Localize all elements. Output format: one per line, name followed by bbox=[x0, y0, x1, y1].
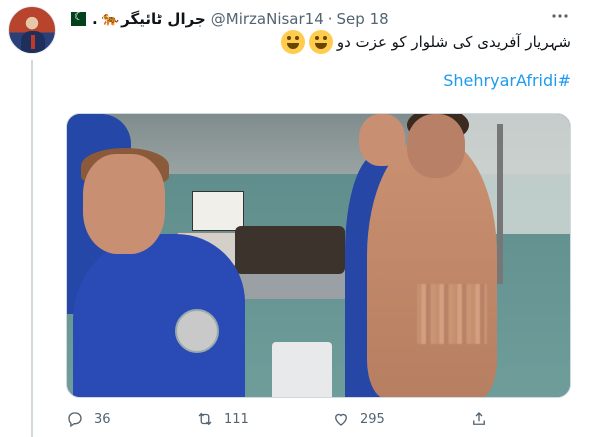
header-separator: · bbox=[327, 10, 333, 28]
tweet-actions: 36 111 295 bbox=[66, 408, 571, 430]
avatar[interactable] bbox=[8, 6, 56, 54]
like-count: 295 bbox=[360, 411, 385, 427]
reply-icon bbox=[68, 412, 82, 428]
retweet-icon bbox=[198, 412, 212, 426]
hashtag-link[interactable]: ShehryarAfridi# bbox=[443, 71, 571, 90]
image-officer-patch bbox=[175, 309, 219, 353]
reply-button[interactable]: 36 bbox=[66, 410, 111, 428]
tweet-header: . 🐅 جرال ٹائیگر @MirzaNisar14 · Sep 18 bbox=[66, 9, 389, 29]
image-blur-censor bbox=[417, 284, 487, 344]
image-window-frame bbox=[497, 124, 503, 284]
image-man-head bbox=[407, 114, 465, 178]
tweet-text: شہریار آفریدی کی شلوار کو عزت دو bbox=[280, 30, 571, 54]
heart-icon bbox=[335, 413, 347, 426]
tweet-date[interactable]: Sep 18 bbox=[337, 10, 389, 28]
retweet-count: 111 bbox=[224, 411, 249, 427]
laughing-crying-emoji-icon bbox=[308, 30, 333, 54]
image-sign bbox=[192, 191, 244, 231]
image-bags bbox=[235, 226, 345, 274]
share-button[interactable] bbox=[470, 410, 488, 428]
laughing-crying-emoji-icon bbox=[280, 30, 305, 54]
tiger-emoji-icon: 🐅 bbox=[101, 11, 120, 27]
reply-count: 36 bbox=[94, 411, 111, 427]
flag-separator: . bbox=[92, 10, 98, 28]
user-handle[interactable]: @MirzaNisar14 bbox=[211, 10, 324, 28]
tweet-image[interactable] bbox=[66, 113, 571, 398]
tweet-text-content: شہریار آفریدی کی شلوار کو عزت دو bbox=[336, 33, 571, 51]
more-icon-svg bbox=[552, 14, 568, 18]
thread-line bbox=[31, 60, 33, 437]
image-officer-left bbox=[73, 234, 245, 397]
pakistan-flag-icon bbox=[66, 10, 86, 26]
tweet[interactable]: . 🐅 جرال ٹائیگر @MirzaNisar14 · Sep 18 ش… bbox=[0, 0, 591, 437]
display-name[interactable]: جرال ٹائیگر bbox=[121, 10, 206, 28]
like-button[interactable]: 295 bbox=[332, 410, 385, 428]
share-icon bbox=[473, 412, 485, 425]
avatar-tie bbox=[31, 35, 35, 49]
image-officer-left-head bbox=[83, 154, 165, 254]
more-icon[interactable] bbox=[551, 7, 569, 30]
retweet-button[interactable]: 111 bbox=[196, 410, 249, 428]
image-bin bbox=[272, 342, 332, 397]
